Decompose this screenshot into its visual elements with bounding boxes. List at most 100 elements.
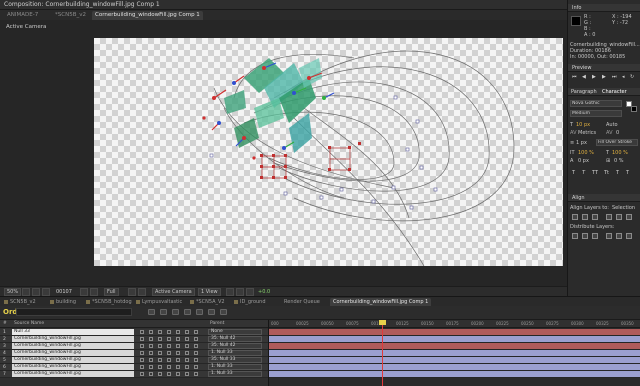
align-vcenter-icon[interactable] — [616, 214, 622, 220]
parent-dropdown[interactable]: 1. Null 33 — [208, 350, 262, 356]
layer-duration-bar[interactable] — [269, 357, 640, 364]
shy-switch[interactable] — [140, 337, 144, 341]
next-frame-icon[interactable]: ▶ — [602, 74, 606, 80]
audio-icon[interactable]: ◂ — [622, 74, 625, 80]
zoom-dropdown[interactable]: 50% — [4, 288, 22, 296]
layer-row[interactable]: 1 Null 33 None — [0, 329, 268, 336]
timeline-graph[interactable]: 000 00025 00050 00075 00100 00125 00150 00175 00… — [268, 320, 640, 386]
horizontal-scale-value[interactable]: 100 % — [612, 150, 628, 156]
collapse-switch[interactable] — [149, 351, 153, 355]
layer-name[interactable]: Cornerbuilding_windowFill.jpg — [12, 364, 134, 370]
shy-switch[interactable] — [140, 358, 144, 362]
flowchart-icon[interactable] — [236, 288, 244, 296]
align-left-icon[interactable] — [572, 214, 578, 220]
time-ruler[interactable]: 000 00025 00050 00075 00100 00125 00150 00175 00… — [269, 320, 640, 328]
tab-scn5b-hotdog[interactable]: *SCN5B_hotdog — [86, 299, 132, 305]
stroke-color-swatch[interactable] — [631, 106, 637, 112]
layer-name[interactable]: Cornerbuilding_windowFill.jpg — [12, 350, 134, 356]
adjustment-switch[interactable] — [185, 358, 189, 362]
tab-paragraph[interactable]: Paragraph — [571, 89, 597, 95]
layer-duration-bar[interactable] — [269, 329, 640, 336]
hide-shy-layers-icon[interactable] — [172, 309, 179, 315]
views-dropdown[interactable]: 1 View — [198, 288, 221, 296]
transparency-grid-icon[interactable] — [138, 288, 146, 296]
layer-duration-bar[interactable] — [269, 371, 640, 378]
tab-id-ground[interactable]: ID_ground — [234, 299, 266, 305]
faux-italic-button[interactable]: T — [582, 170, 585, 176]
tab-scn5b[interactable]: *SCN5B_v2 — [52, 11, 89, 20]
small-caps-button[interactable]: Tt — [604, 170, 609, 176]
effect-switch[interactable] — [167, 337, 171, 341]
tab-render-queue[interactable]: Render Queue — [284, 299, 320, 305]
align-top-icon[interactable] — [606, 214, 612, 220]
quality-switch[interactable] — [158, 351, 162, 355]
shy-switch[interactable] — [140, 330, 144, 334]
layer-row[interactable]: 6 Cornerbuilding_windowFill.jpg 1. Null 33 — [0, 364, 268, 371]
subscript-button[interactable]: T — [626, 170, 629, 176]
snapshot-icon[interactable] — [80, 288, 88, 296]
adjustment-switch[interactable] — [185, 337, 189, 341]
layer-row[interactable]: 2 Cornerbuilding_windowFill.jpg 35. Null 4… — [0, 336, 268, 343]
safe-zones-button[interactable] — [22, 288, 30, 296]
shy-switch[interactable] — [140, 372, 144, 376]
adjustment-switch[interactable] — [185, 365, 189, 369]
parent-dropdown[interactable]: 35. Null 33 — [208, 357, 262, 363]
3d-layer-switch[interactable] — [194, 365, 198, 369]
kerning-value[interactable]: Metrics — [578, 130, 596, 136]
adjustment-switch[interactable] — [185, 330, 189, 334]
collapse-switch[interactable] — [149, 365, 153, 369]
motion-blur-switch[interactable] — [176, 330, 180, 334]
distribute-hcenter-icon[interactable] — [616, 233, 622, 239]
parent-dropdown[interactable]: 35. Null 42 — [208, 343, 262, 349]
motion-blur-switch[interactable] — [176, 358, 180, 362]
layer-row[interactable]: 5 Cornerbuilding_windowFill.jpg 35. Null 3… — [0, 357, 268, 364]
parent-dropdown[interactable]: None — [208, 329, 262, 335]
last-frame-icon[interactable]: ⏭ — [612, 74, 617, 80]
align-hcenter-icon[interactable] — [582, 214, 588, 220]
align-bottom-icon[interactable] — [626, 214, 632, 220]
playhead[interactable] — [382, 320, 383, 386]
quality-switch[interactable] — [158, 337, 162, 341]
motion-blur-switch[interactable] — [176, 365, 180, 369]
layer-duration-bar[interactable] — [269, 364, 640, 371]
effect-switch[interactable] — [167, 351, 171, 355]
font-family-dropdown[interactable]: Nova Gothic — [570, 100, 622, 107]
column-parent[interactable]: Parent — [210, 321, 224, 326]
column-source-name[interactable]: Source Name — [14, 321, 44, 326]
tab-scn5b-v2[interactable]: SCN5B_v2 — [4, 299, 36, 305]
brainstorm-icon[interactable] — [208, 309, 215, 315]
all-caps-button[interactable]: TT — [592, 170, 598, 176]
font-style-dropdown[interactable]: Medium — [570, 110, 622, 117]
exposure-value[interactable]: +0.0 — [258, 288, 270, 296]
render-toggle-icon[interactable] — [226, 288, 234, 296]
resolution-dropdown[interactable]: Full — [104, 288, 119, 296]
leading-value[interactable]: Auto — [606, 122, 618, 128]
layer-name[interactable]: Cornerbuilding_windowFill.jpg — [12, 371, 134, 377]
mask-button[interactable] — [42, 288, 50, 296]
superscript-button[interactable]: T — [616, 170, 619, 176]
parent-dropdown[interactable]: 1. Null 33 — [208, 364, 262, 370]
composition-viewer[interactable] — [94, 38, 563, 266]
layer-duration-bar[interactable] — [269, 343, 640, 350]
collapse-switch[interactable] — [149, 358, 153, 362]
quality-switch[interactable] — [158, 344, 162, 348]
tab-cornerbuilding-comp[interactable]: Cornerbuilding_windowFill.jpg Comp 1 — [92, 11, 203, 20]
align-right-icon[interactable] — [592, 214, 598, 220]
adjustment-switch[interactable] — [185, 372, 189, 376]
layer-duration-bar[interactable] — [269, 336, 640, 343]
3d-layer-switch[interactable] — [194, 372, 198, 376]
baseline-value[interactable]: 0 px — [578, 158, 589, 164]
collapse-switch[interactable] — [149, 344, 153, 348]
stroke-width-value[interactable]: 1 px — [576, 140, 587, 146]
3d-layer-switch[interactable] — [194, 337, 198, 341]
quality-switch[interactable] — [158, 365, 162, 369]
tab-scn5a-v2[interactable]: *SCN5A_V2 — [190, 299, 225, 305]
layer-row[interactable]: 3 Cornerbuilding_windowFill.jpg 35. Null 4… — [0, 343, 268, 350]
collapse-switch[interactable] — [149, 330, 153, 334]
graph-editor-icon[interactable] — [220, 309, 227, 315]
distribute-right-icon[interactable] — [626, 233, 632, 239]
shy-switch[interactable] — [140, 351, 144, 355]
distribute-left-icon[interactable] — [606, 233, 612, 239]
collapse-switch[interactable] — [149, 372, 153, 376]
motion-blur-switch[interactable] — [176, 337, 180, 341]
